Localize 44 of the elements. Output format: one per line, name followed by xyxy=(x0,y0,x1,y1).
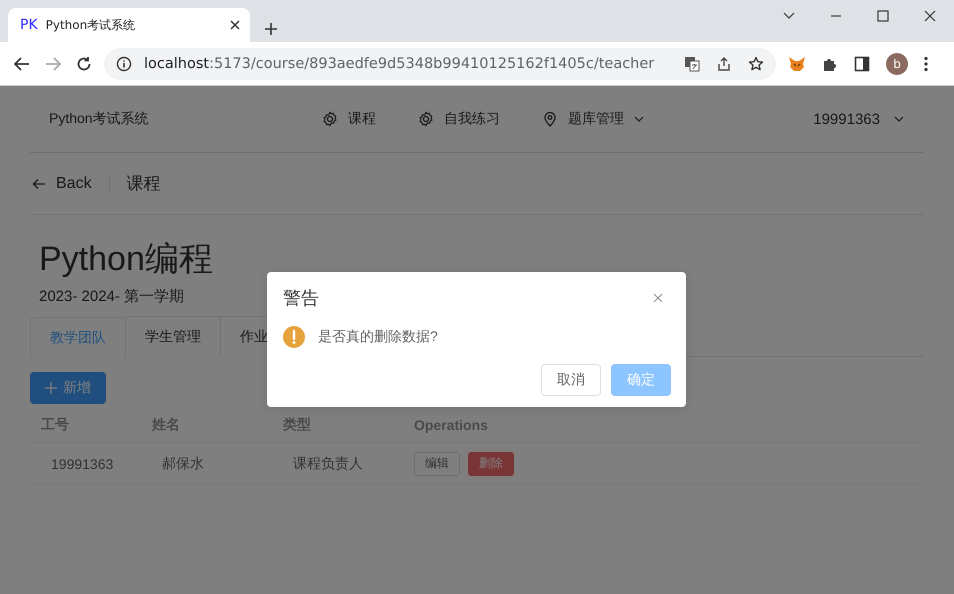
browser-tab[interactable]: PK Python考试系统 xyxy=(8,8,250,42)
course-title: Python编程 xyxy=(39,239,214,280)
reload-icon[interactable] xyxy=(76,56,92,72)
close-icon[interactable] xyxy=(230,20,240,30)
cancel-button[interactable]: 取消 xyxy=(541,364,601,396)
dialog-message: 是否真的删除数据? xyxy=(318,328,438,346)
address-bar[interactable]: localhost:5173/course/893aedfe9d5348b99410125162f1405c/teacher xyxy=(104,48,776,80)
back-link[interactable]: Back xyxy=(30,174,92,192)
side-panel-icon[interactable] xyxy=(854,56,870,72)
edit-button[interactable]: 编辑 xyxy=(414,452,460,476)
table-cell: 19991363 xyxy=(30,442,141,484)
page-title: 课程 xyxy=(126,173,161,195)
chevron-down-icon xyxy=(894,116,904,122)
nav-item[interactable]: 题库管理 xyxy=(542,110,644,128)
nav-item[interactable]: 自我练习 xyxy=(418,110,500,128)
share-icon[interactable] xyxy=(716,56,732,72)
table-cell: 课程负责人 xyxy=(272,442,403,484)
user-menu[interactable]: 19991363 xyxy=(813,110,904,128)
course-term: 2023- 2024- 第一学期 xyxy=(39,287,184,306)
translate-icon[interactable] xyxy=(684,56,700,72)
profile-avatar[interactable]: b xyxy=(886,52,908,74)
back-arrow-icon[interactable] xyxy=(14,56,30,70)
gear-icon xyxy=(322,111,338,127)
warning-icon xyxy=(283,326,305,348)
menu-icon[interactable] xyxy=(924,56,928,72)
close-icon[interactable] xyxy=(924,10,936,22)
site-icon: PK xyxy=(20,17,38,33)
gear-icon xyxy=(418,111,434,127)
plus-icon xyxy=(45,382,57,394)
maximize-icon[interactable] xyxy=(877,10,889,22)
location-pin-icon xyxy=(542,111,558,127)
plus-icon[interactable] xyxy=(264,22,278,36)
tab-title: Python考试系统 xyxy=(46,16,136,34)
fox-icon[interactable] xyxy=(788,56,806,72)
star-icon[interactable] xyxy=(748,56,764,72)
tab[interactable]: 学生管理 xyxy=(126,316,221,357)
back-arrow-icon xyxy=(32,178,46,190)
nav-item[interactable]: 课程 xyxy=(322,110,376,128)
app-brand[interactable]: Python考试系统 xyxy=(49,110,322,128)
chevron-down-icon[interactable] xyxy=(783,12,795,20)
info-icon[interactable] xyxy=(116,56,132,72)
dialog-title: 警告 xyxy=(283,287,319,310)
table-cell: 郝保水 xyxy=(141,442,272,484)
chevron-down-icon xyxy=(634,116,644,122)
